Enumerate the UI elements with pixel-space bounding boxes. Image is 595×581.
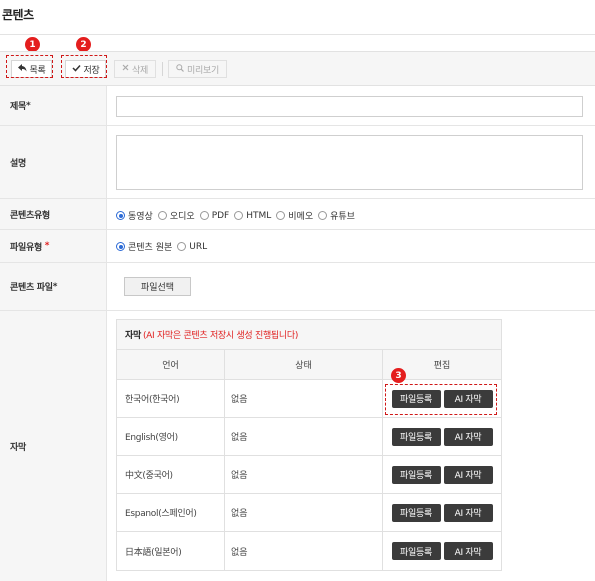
annotation-marker-1: 1 (25, 37, 40, 52)
language-cell: Espanol(스페인어) (117, 494, 225, 531)
content-type-option-audio[interactable]: 오디오 (157, 209, 195, 222)
highlight-save-button (61, 55, 107, 78)
column-status: 상태 (225, 350, 383, 379)
title-label: 제목 * (0, 86, 107, 125)
edit-cell: 파일등록 AI 자막 (383, 418, 501, 455)
radio[interactable] (276, 211, 286, 220)
highlight-list-button (6, 55, 53, 78)
highlight-edit-buttons (385, 384, 497, 415)
form-row-title: 제목 * (0, 86, 595, 126)
table-row: 日本語(일본어) 없음 파일등록 AI 자막 (117, 532, 501, 570)
file-type-option-url[interactable]: URL (177, 242, 207, 252)
file-register-button[interactable]: 파일등록 (391, 427, 441, 446)
file-type-option-original[interactable]: 콘텐츠 원본 (116, 240, 172, 253)
preview-button-label: 미리보기 (187, 65, 219, 76)
subtitle-table-columns: 언어 상태 편집 (117, 350, 501, 380)
content-type-option-pdf[interactable]: PDF (199, 211, 229, 221)
status-cell: 없음 (225, 418, 383, 455)
file-register-button[interactable]: 파일등록 (391, 465, 441, 484)
form-row-subtitles: 자막 자막 (AI 자막은 콘텐츠 저장시 생성 진행됩니다) 언어 상태 편집 … (0, 311, 595, 581)
annotation-marker-3: 3 (391, 368, 406, 383)
radio-selected[interactable] (116, 211, 125, 220)
ai-subtitle-button[interactable]: AI 자막 (443, 427, 493, 446)
subtitle-table-header: 자막 (AI 자막은 콘텐츠 저장시 생성 진행됩니다) (117, 320, 501, 350)
delete-button-label: 삭제 (132, 65, 148, 76)
ai-subtitle-button[interactable]: AI 자막 (443, 542, 493, 560)
annotation-marker-2: 2 (76, 37, 91, 52)
radio[interactable] (234, 211, 244, 220)
content-type-option-video[interactable]: 동영상 (116, 209, 153, 222)
close-icon (122, 64, 129, 74)
radio-selected[interactable] (116, 242, 125, 251)
content-type-radio-group: 동영상 오디오 PDF HTML 비메오 유튜브 (116, 209, 355, 222)
language-cell: 日本語(일본어) (117, 532, 225, 570)
radio[interactable] (157, 211, 167, 220)
status-cell: 없음 (225, 532, 383, 570)
content-file-label: 콘텐츠 파일 * (0, 263, 107, 310)
table-row: 中文(중국어) 없음 파일등록 AI 자막 (117, 456, 501, 494)
form-row-description: 설명 (0, 126, 595, 199)
form-row-content-type: 콘텐츠유형 동영상 오디오 PDF HTML 비메오 유튜브 (0, 199, 595, 230)
status-cell: 없음 (225, 380, 383, 417)
radio[interactable] (318, 211, 328, 220)
file-type-label: 파일유형 * (0, 230, 107, 262)
status-cell: 없음 (225, 456, 383, 493)
page-title: 콘텐츠 (2, 8, 34, 22)
language-cell: 中文(중국어) (117, 456, 225, 493)
title-input[interactable] (116, 96, 583, 117)
file-register-button[interactable]: 파일등록 (391, 503, 441, 522)
radio[interactable] (199, 211, 209, 220)
search-icon (176, 63, 184, 75)
title-divider (0, 34, 595, 35)
edit-cell: 파일등록 AI 자막 (383, 494, 501, 531)
form-row-content-file: 콘텐츠 파일 * 파일선택 (0, 263, 595, 311)
preview-button[interactable]: 미리보기 (168, 60, 227, 78)
table-row: English(영어) 없음 파일등록 AI 자막 (117, 418, 501, 456)
file-select-button[interactable]: 파일선택 (124, 277, 191, 296)
ai-subtitle-button[interactable]: AI 자막 (443, 465, 493, 484)
radio[interactable] (177, 242, 187, 251)
subtitle-table: 자막 (AI 자막은 콘텐츠 저장시 생성 진행됩니다) 언어 상태 편집 한국어… (116, 319, 502, 571)
description-textarea[interactable] (116, 135, 583, 190)
file-register-button[interactable]: 파일등록 (391, 542, 441, 560)
table-row: Espanol(스페인어) 없음 파일등록 AI 자막 (117, 494, 501, 532)
language-cell: 한국어(한국어) (117, 380, 225, 417)
column-language: 언어 (117, 350, 225, 379)
content-type-option-html[interactable]: HTML (234, 211, 271, 221)
form-row-file-type: 파일유형 * 콘텐츠 원본 URL (0, 230, 595, 263)
delete-button[interactable]: 삭제 (114, 60, 156, 78)
language-cell: English(영어) (117, 418, 225, 455)
edit-cell: 파일등록 AI 자막 (383, 532, 501, 570)
description-label: 설명 (0, 126, 107, 198)
toolbar-separator (162, 62, 163, 76)
content-type-option-youtube[interactable]: 유튜브 (318, 209, 355, 222)
content-type-label: 콘텐츠유형 (0, 199, 107, 229)
file-type-radio-group: 콘텐츠 원본 URL (116, 240, 207, 253)
subtitle-label: 자막 (0, 311, 107, 581)
edit-cell: 파일등록 AI 자막 (383, 456, 501, 493)
ai-subtitle-button[interactable]: AI 자막 (443, 503, 493, 522)
status-cell: 없음 (225, 494, 383, 531)
content-type-option-vimeo[interactable]: 비메오 (276, 209, 313, 222)
